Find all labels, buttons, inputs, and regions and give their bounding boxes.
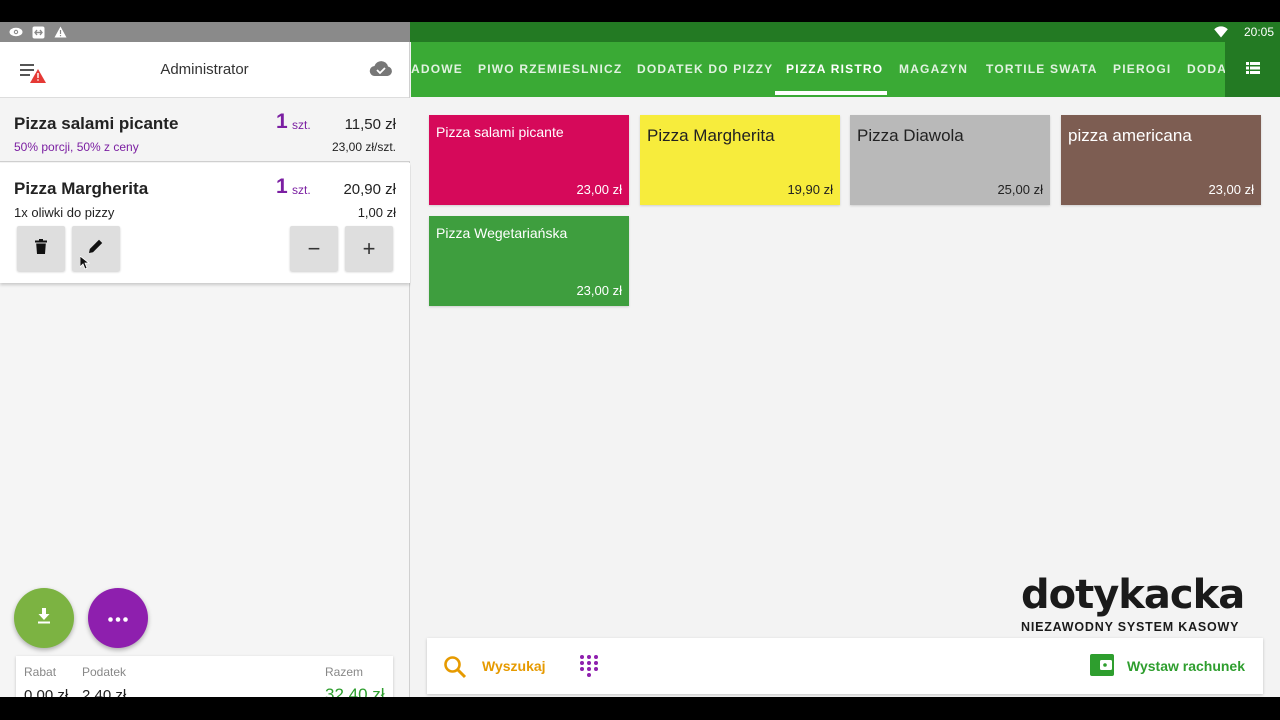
product-tile[interactable]: Pizza Margherita 19,90 zł: [640, 115, 840, 205]
tab-category[interactable]: PIWO RZEMIESLNICZ: [478, 62, 622, 76]
mouse-cursor-icon: [79, 255, 91, 275]
keypad-icon[interactable]: [579, 654, 599, 683]
issue-bill-button[interactable]: Wystaw rachunek: [1127, 658, 1245, 674]
discount-label: Rabat: [24, 665, 57, 679]
item-unit-price: 23,00 zł/szt.: [331, 140, 396, 154]
app-screen: 20:05 Administrator Pizza salami picante…: [0, 22, 1280, 697]
search-button[interactable]: Wyszukaj: [482, 658, 546, 674]
search-icon[interactable]: [443, 655, 467, 684]
item-quantity: 1: [276, 110, 288, 133]
product-price: 19,90 zł: [787, 182, 833, 197]
tab-category[interactable]: MAGAZYN: [899, 62, 968, 76]
tax-value: 2,40 zł: [82, 687, 127, 697]
product-tile[interactable]: Pizza Diawola 25,00 zł: [850, 115, 1050, 205]
trash-icon: [35, 238, 47, 259]
item-unit: szt.: [292, 118, 311, 132]
plus-icon: +: [362, 235, 376, 261]
order-item-selected[interactable]: Pizza Margherita 1 szt. 20,90 zł 1x oliw…: [0, 163, 410, 283]
product-name: Pizza salami picante: [436, 124, 564, 140]
brand-tagline: NIEZAWODNY SYSTEM KASOWY: [1021, 620, 1240, 634]
tab-category[interactable]: ADOWE: [411, 62, 463, 76]
bottom-action-bar: Wyszukaj Wystaw rachunek: [427, 638, 1263, 694]
status-bar: 20:05: [0, 22, 1280, 42]
tax-label: Podatek: [82, 665, 127, 679]
product-name: Pizza Wegetariańska: [436, 225, 568, 241]
total-label: Razem: [325, 665, 364, 679]
delete-item-button[interactable]: [17, 226, 65, 271]
pencil-icon: [88, 238, 104, 259]
status-bar-left: [0, 22, 410, 42]
item-price: 11,50 zł: [344, 116, 396, 133]
item-note: 50% porcji, 50% z ceny: [14, 140, 139, 154]
product-price: 23,00 zł: [576, 283, 622, 298]
increase-quantity-button[interactable]: +: [345, 226, 393, 271]
tab-category[interactable]: DODATEK DO PIZZY: [637, 62, 773, 76]
category-list-button[interactable]: [1225, 42, 1280, 97]
product-tile[interactable]: pizza americana 23,00 zł: [1061, 115, 1261, 205]
product-price: 23,00 zł: [1208, 182, 1254, 197]
product-name: pizza americana: [1068, 126, 1192, 145]
status-time: 20:05: [1243, 25, 1274, 39]
item-quantity: 1: [276, 175, 288, 198]
item-addon-price: 1,00 zł: [357, 205, 396, 220]
order-panel: Administrator Pizza salami picante 1 szt…: [0, 42, 410, 697]
decrease-quantity-button[interactable]: −: [290, 226, 338, 271]
brand-logo: dotykacka NIEZAWODNY SYSTEM KASOWY: [1021, 572, 1256, 634]
active-tab-indicator: [775, 91, 887, 95]
more-options-button[interactable]: [88, 588, 148, 648]
cast-icon: [31, 25, 45, 39]
wifi-icon: [1214, 25, 1228, 43]
item-name: Pizza salami picante: [14, 114, 179, 133]
order-header: Administrator: [0, 42, 409, 98]
save-order-button[interactable]: [14, 588, 74, 648]
user-name: Administrator: [160, 61, 249, 78]
cloud-check-icon[interactable]: [369, 60, 393, 78]
eye-icon: [9, 25, 23, 39]
tab-category[interactable]: PIEROGI: [1113, 62, 1171, 76]
tab-category[interactable]: TORTILE SWATA: [986, 62, 1098, 76]
product-price: 23,00 zł: [576, 182, 622, 197]
products-panel: ADOWE PIWO RZEMIESLNICZ DODATEK DO PIZZY…: [411, 42, 1280, 697]
order-totals: Rabat 0,00 zł Podatek 2,40 zł Razem 32,4…: [16, 656, 393, 697]
item-price: 20,90 zł: [343, 181, 396, 198]
item-unit: szt.: [292, 183, 311, 197]
brand-name: dotykacka: [1021, 572, 1245, 618]
list-icon: [1245, 61, 1260, 79]
item-name: Pizza Margherita: [14, 179, 149, 198]
product-name: Pizza Diawola: [857, 126, 964, 145]
category-tabs: ADOWE PIWO RZEMIESLNICZ DODATEK DO PIZZY…: [411, 42, 1280, 97]
more-horiz-icon: [108, 609, 128, 627]
status-bar-right: 20:05: [410, 22, 1280, 42]
wallet-icon[interactable]: [1090, 654, 1116, 681]
warning-icon: [53, 25, 67, 39]
total-value: 32,40 zł: [325, 685, 385, 697]
product-name: Pizza Margherita: [647, 126, 775, 145]
discount-value: 0,00 zł: [24, 687, 69, 697]
product-price: 25,00 zł: [997, 182, 1043, 197]
download-icon: [37, 607, 51, 629]
minus-icon: −: [307, 235, 321, 261]
product-tile[interactable]: Pizza salami picante 23,00 zł: [429, 115, 629, 205]
order-item[interactable]: Pizza salami picante 1 szt. 11,50 zł 50%…: [0, 98, 410, 162]
product-tile[interactable]: Pizza Wegetariańska 23,00 zł: [429, 216, 629, 306]
tab-category-active[interactable]: PIZZA RISTRO: [786, 62, 883, 76]
item-addon: 1x oliwki do pizzy: [14, 205, 115, 220]
